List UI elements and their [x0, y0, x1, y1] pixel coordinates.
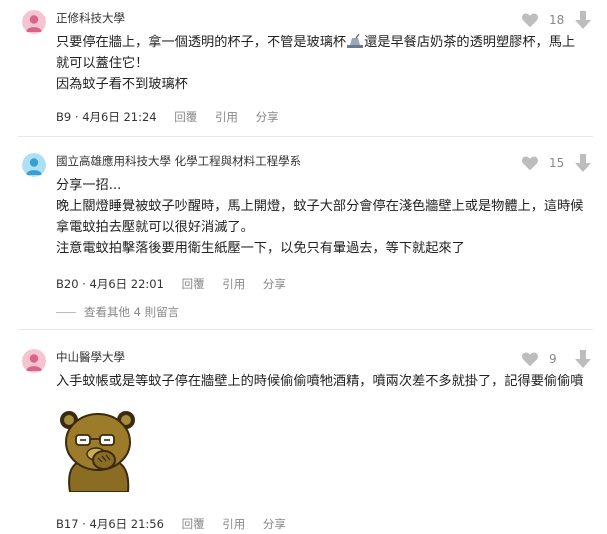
quote-button[interactable]: 引用 — [215, 110, 238, 124]
school-name[interactable]: 正修科技大學 — [56, 10, 125, 26]
avatar[interactable] — [22, 10, 46, 34]
like-count: 9 — [549, 352, 557, 366]
like-controls: 9 — [521, 350, 591, 368]
comment-meta: B20 · 4月6日 22:01 回覆 引用 分享 — [56, 277, 286, 291]
like-count: 15 — [549, 156, 565, 170]
avatar[interactable] — [22, 349, 46, 373]
reply-button[interactable]: 回覆 — [182, 517, 205, 531]
heart-icon[interactable] — [521, 12, 539, 28]
divider — [18, 329, 593, 330]
avatar[interactable] — [22, 153, 46, 177]
share-button[interactable]: 分享 — [263, 517, 286, 531]
school-name[interactable]: 國立高雄應用科技大學 化學工程與材料工程學系 — [56, 153, 301, 169]
quote-button[interactable]: 引用 — [222, 517, 245, 531]
like-controls: 18 — [521, 11, 591, 29]
cup-with-straw-emoji — [347, 34, 364, 48]
like-count: 18 — [549, 13, 565, 27]
comment-meta: B17 · 4月6日 21:56 回覆 引用 分享 — [56, 517, 286, 531]
comment-meta: B9 · 4月6日 21:24 回覆 引用 分享 — [56, 110, 279, 124]
floor-number: B9 — [56, 110, 72, 124]
arrow-down-icon[interactable] — [575, 350, 591, 368]
floor-number: B17 — [56, 517, 79, 531]
reply-button[interactable]: 回覆 — [182, 277, 205, 291]
floor-number: B20 — [56, 277, 79, 291]
share-button[interactable]: 分享 — [256, 110, 279, 124]
comment-text: 入手蚊帳或是等蚊子停在牆壁上的時候偷偷噴牠酒精，噴兩次差不多就掛了，記得要偷偷噴 — [56, 374, 584, 389]
heart-icon[interactable] — [521, 155, 539, 171]
comment-date: 4月6日 22:01 — [89, 277, 164, 291]
comment-date: 4月6日 21:24 — [82, 110, 157, 124]
arrow-down-icon[interactable] — [575, 154, 591, 172]
reply-button[interactable]: 回覆 — [174, 110, 197, 124]
heart-icon[interactable] — [521, 351, 539, 367]
arrow-down-icon[interactable] — [575, 11, 591, 29]
school-name[interactable]: 中山醫學大學 — [56, 349, 125, 365]
bear-with-glasses-sticker — [60, 411, 135, 492]
more-line — [56, 311, 76, 313]
comment-date: 4月6日 21:56 — [89, 517, 164, 531]
like-controls: 15 — [521, 154, 591, 172]
share-button[interactable]: 分享 — [263, 277, 286, 291]
view-more-replies-link[interactable]: 查看其他 4 則留言 — [56, 304, 179, 320]
comment-text: 只要停在牆上，拿一個透明的杯子，不管是玻璃杯 還是早餐店奶茶的透明塑膠杯，馬上 就… — [56, 34, 576, 92]
divider — [18, 136, 593, 137]
quote-button[interactable]: 引用 — [222, 277, 245, 291]
comment-text: 分享一招... 晚上關燈睡覺被蚊子吵醒時，馬上開燈，蚊子大部分會停在淺色牆壁上或… — [56, 178, 584, 256]
more-replies-label: 查看其他 4 則留言 — [84, 305, 180, 319]
